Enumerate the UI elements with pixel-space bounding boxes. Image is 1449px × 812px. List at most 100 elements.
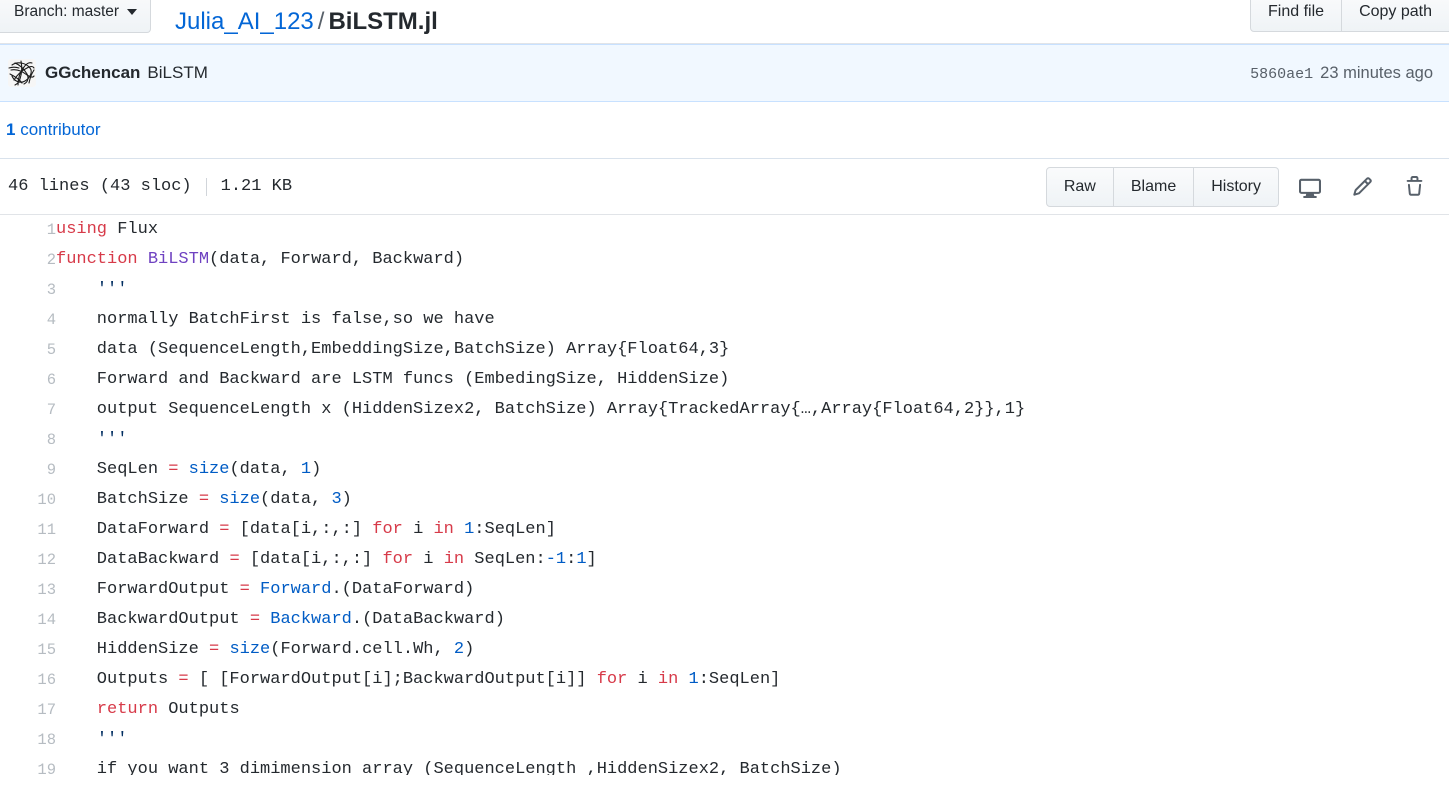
- code-line: 16 Outputs = [ [ForwardOutput[i];Backwar…: [0, 665, 1449, 695]
- code-token: in: [443, 550, 465, 569]
- code-token: ): [311, 460, 322, 479]
- github-file-view: Branch: master Julia_AI_123/BiLSTM.jl Fi…: [0, 0, 1449, 812]
- code-line-content[interactable]: function BiLSTM(data, Forward, Backward): [56, 245, 1449, 275]
- code-line-content[interactable]: Forward and Backward are LSTM funcs (Emb…: [56, 365, 1449, 395]
- code-viewer: 1 using Flux 2 function BiLSTM(data, Forwar…: [0, 215, 1449, 775]
- code-line-number[interactable]: 1: [0, 215, 56, 245]
- code-line-number[interactable]: 13: [0, 575, 56, 605]
- code-line-content[interactable]: Outputs = [ [ForwardOutput[i];BackwardOu…: [56, 665, 1449, 695]
- code-line-number[interactable]: 9: [0, 455, 56, 485]
- commit-author-name[interactable]: GGchencan: [45, 63, 140, 83]
- contributors-link[interactable]: 1 contributor: [6, 120, 101, 140]
- code-line-content[interactable]: ''': [56, 425, 1449, 455]
- code-token: =: [168, 460, 179, 479]
- path-button-group: Find file Copy path: [1250, 0, 1449, 32]
- raw-button[interactable]: Raw: [1045, 166, 1114, 207]
- code-token: ''': [96, 730, 128, 749]
- code-line-number[interactable]: 15: [0, 635, 56, 665]
- code-line-content[interactable]: using Flux: [56, 215, 1449, 245]
- code-line-number[interactable]: 3: [0, 275, 56, 305]
- commit-sha[interactable]: 5860ae1: [1250, 66, 1313, 83]
- code-token: size: [229, 640, 271, 659]
- history-button[interactable]: History: [1194, 166, 1279, 207]
- code-line-content[interactable]: BackwardOutput = Backward.(DataBackward): [56, 605, 1449, 635]
- code-line-number[interactable]: 16: [0, 665, 56, 695]
- code-line-number[interactable]: 14: [0, 605, 56, 635]
- file-meta-toolbar: 46 lines (43 sloc) 1.21 KB Raw Blame His…: [0, 159, 1449, 215]
- pencil-icon[interactable]: [1341, 168, 1383, 206]
- blame-button[interactable]: Blame: [1113, 166, 1195, 207]
- code-token: in: [433, 520, 454, 539]
- code-line-number[interactable]: 7: [0, 395, 56, 425]
- code-line-content[interactable]: normally BatchFirst is false,so we have: [56, 305, 1449, 335]
- code-line-number[interactable]: 8: [0, 425, 56, 455]
- code-token: (data,: [229, 460, 301, 479]
- code-token: ''': [96, 430, 128, 449]
- commit-message[interactable]: BiLSTM: [147, 63, 207, 83]
- breadcrumb: Julia_AI_123/BiLSTM.jl: [175, 7, 438, 35]
- code-token: BackwardOutput: [56, 610, 250, 629]
- code-token: (data, Forward, Backward): [209, 250, 465, 269]
- code-line-number[interactable]: 5: [0, 335, 56, 365]
- code-line: 12 DataBackward = [data[i,:,:] for i in …: [0, 545, 1449, 575]
- code-token: normally BatchFirst is false,so we have: [56, 310, 495, 329]
- user-avatar-identicon[interactable]: [8, 59, 36, 87]
- file-actions: Raw Blame History: [1045, 166, 1435, 207]
- code-line-number[interactable]: 19: [0, 755, 56, 775]
- find-file-button[interactable]: Find file: [1250, 0, 1343, 32]
- code-token: 1: [576, 550, 587, 569]
- code-line-content[interactable]: DataForward = [data[i,:,:] for i in 1:Se…: [56, 515, 1449, 545]
- code-line-content[interactable]: data (SequenceLength,EmbeddingSize,Batch…: [56, 335, 1449, 365]
- code-token: ForwardOutput: [56, 580, 240, 599]
- code-line-number[interactable]: 10: [0, 485, 56, 515]
- code-line: 5 data (SequenceLength,EmbeddingSize,Bat…: [0, 335, 1449, 365]
- code-token: :SeqLen]: [474, 520, 556, 539]
- chevron-down-icon: [127, 8, 138, 15]
- code-line-number[interactable]: 12: [0, 545, 56, 575]
- code-line-content[interactable]: ''': [56, 725, 1449, 755]
- code-line: 11 DataForward = [data[i,:,:] for i in 1…: [0, 515, 1449, 545]
- code-line-content[interactable]: SeqLen = size(data, 1): [56, 455, 1449, 485]
- code-line: 13 ForwardOutput = Forward.(DataForward): [0, 575, 1449, 605]
- branch-selector-label: Branch: master: [14, 2, 120, 20]
- code-line-number[interactable]: 2: [0, 245, 56, 275]
- code-token: -1: [545, 550, 567, 569]
- code-line: 1 using Flux: [0, 215, 1449, 245]
- code-token: =: [178, 670, 189, 689]
- code-token: i: [413, 550, 444, 569]
- copy-path-button[interactable]: Copy path: [1342, 0, 1449, 32]
- code-table: 1 using Flux 2 function BiLSTM(data, Forwar…: [0, 215, 1449, 775]
- file-line-count: 46 lines (43 sloc): [8, 177, 192, 196]
- code-line-content[interactable]: ForwardOutput = Forward.(DataForward): [56, 575, 1449, 605]
- code-line-content[interactable]: DataBackward = [data[i,:,:] for i in Seq…: [56, 545, 1449, 575]
- path-actions: Find file Copy path: [1250, 0, 1449, 32]
- code-token: HiddenSize: [56, 640, 210, 659]
- code-line-content[interactable]: if you want 3 dimimension array (Sequenc…: [56, 755, 1449, 775]
- code-line-number[interactable]: 6: [0, 365, 56, 395]
- desktop-download-icon[interactable]: [1289, 168, 1331, 206]
- code-token: function: [56, 250, 148, 269]
- code-token: Backward: [270, 610, 352, 629]
- code-token: =: [209, 640, 220, 659]
- code-line-number[interactable]: 4: [0, 305, 56, 335]
- code-line-number[interactable]: 18: [0, 725, 56, 755]
- breadcrumb-filename: BiLSTM.jl: [328, 7, 438, 35]
- code-line-content[interactable]: output SequenceLength x (HiddenSizex2, B…: [56, 395, 1449, 425]
- code-line-content[interactable]: BatchSize = size(data, 3): [56, 485, 1449, 515]
- code-line: 10 BatchSize = size(data, 3): [0, 485, 1449, 515]
- code-line-number[interactable]: 17: [0, 695, 56, 725]
- breadcrumb-repo-link[interactable]: Julia_AI_123: [175, 8, 314, 35]
- code-line: 9 SeqLen = size(data, 1): [0, 455, 1449, 485]
- trash-icon[interactable]: [1393, 168, 1435, 206]
- branch-selector-button[interactable]: Branch: master: [0, 0, 152, 33]
- code-line: 17 return Outputs: [0, 695, 1449, 725]
- code-line: 3 ''': [0, 275, 1449, 305]
- code-line-content[interactable]: ''': [56, 275, 1449, 305]
- code-line-content[interactable]: HiddenSize = size(Forward.cell.Wh, 2): [56, 635, 1449, 665]
- code-token: ): [464, 640, 475, 659]
- code-line-content[interactable]: return Outputs: [56, 695, 1449, 725]
- code-line-number[interactable]: 11: [0, 515, 56, 545]
